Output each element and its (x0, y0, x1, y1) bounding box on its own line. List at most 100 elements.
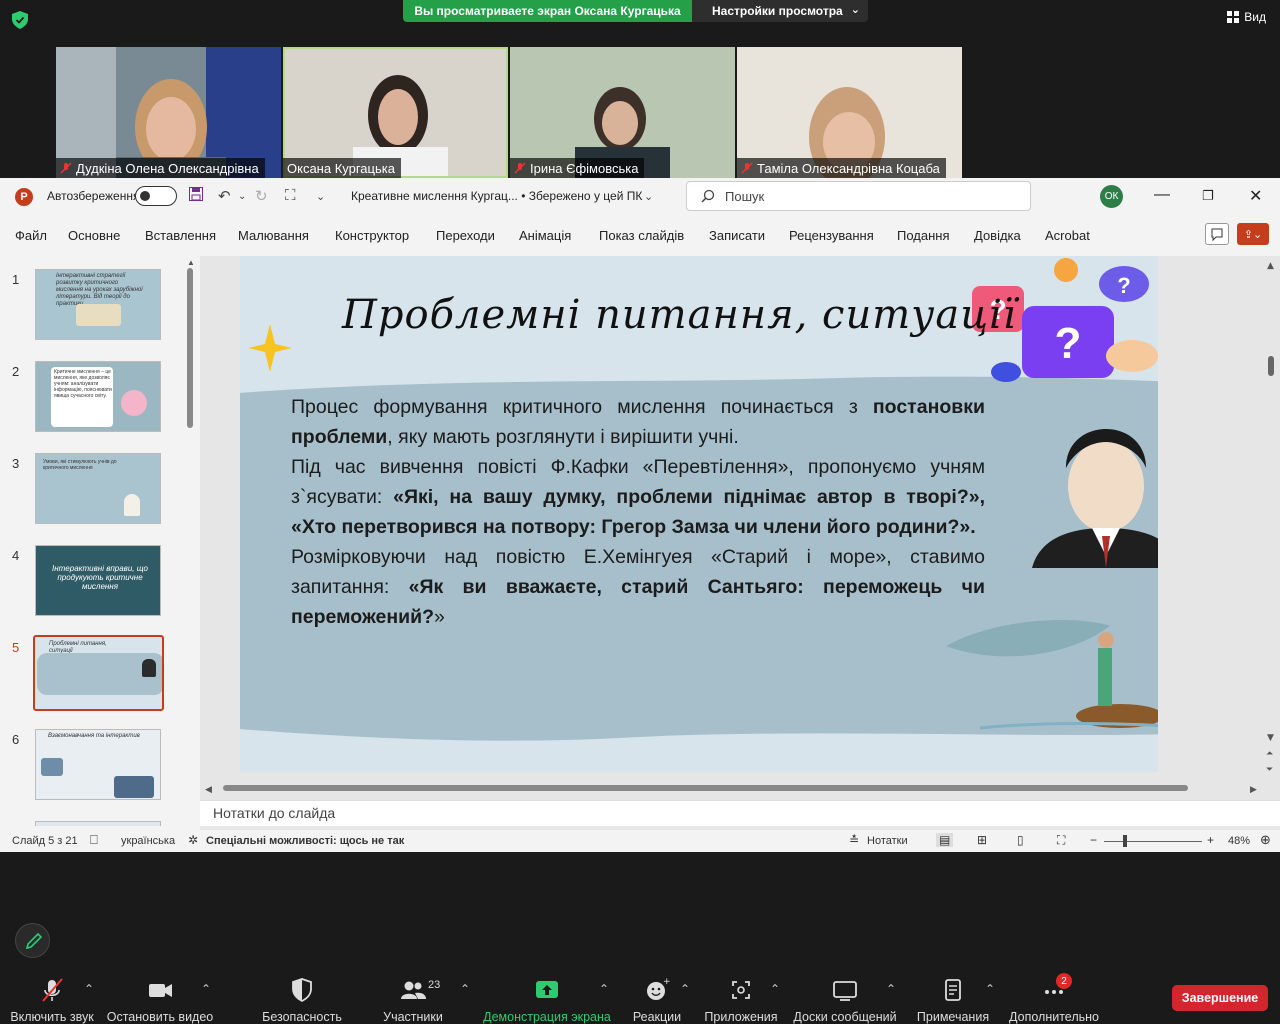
video-options-chevron-icon[interactable]: ⌃ (201, 982, 211, 996)
tab-transitions[interactable]: Переходи (436, 228, 495, 243)
minimize-icon[interactable]: — (1154, 186, 1170, 204)
language-indicator[interactable]: українська (121, 835, 175, 847)
tab-slide-show[interactable]: Показ слайдів (599, 228, 684, 243)
grid-view-icon (1227, 11, 1240, 23)
security-button[interactable]: Безопасность (254, 968, 350, 1024)
slide-horizontal-scrollbar[interactable]: ◀ ▶ (205, 782, 1260, 794)
restore-icon[interactable]: ❐ (1202, 188, 1214, 204)
thumbnail-scrollbar-thumb[interactable] (187, 268, 193, 428)
student-image (124, 494, 140, 516)
slide-sorter-icon[interactable]: ⊞ (977, 833, 987, 847)
chevron-down-icon: ⌄ (850, 4, 860, 16)
participants-button[interactable]: Участники (376, 968, 450, 1024)
notes-icon[interactable]: ≛ (849, 833, 859, 847)
notes-chevron-icon[interactable]: ⌃ (985, 982, 995, 996)
tab-acrobat[interactable]: Acrobat (1045, 228, 1090, 243)
normal-view-icon[interactable]: ▤ (936, 833, 954, 847)
security-label: Безопасность (262, 1010, 342, 1024)
unmute-button[interactable]: Включить звук (8, 968, 96, 1024)
apps-button[interactable]: Приложения (702, 968, 780, 1024)
stop-video-label: Остановить видео (106, 1010, 214, 1024)
fit-to-window-icon[interactable]: ⊕ (1260, 832, 1271, 848)
more-button[interactable]: Дополнительно (1008, 968, 1100, 1024)
whiteboards-button[interactable]: Доски сообщений (790, 968, 900, 1024)
accessibility-icon[interactable]: ✲ (188, 833, 198, 847)
tab-animations[interactable]: Анімація (519, 228, 571, 243)
close-icon[interactable]: ✕ (1249, 186, 1262, 206)
speaker-notes-field[interactable]: Нотатки до слайда (200, 800, 1280, 826)
notes-placeholder: Нотатки до слайда (213, 805, 336, 821)
tab-record[interactable]: Записати (709, 228, 765, 243)
tab-insert[interactable]: Вставлення (145, 228, 216, 243)
tab-home[interactable]: Основне (68, 228, 120, 243)
tab-review[interactable]: Рецензування (789, 228, 874, 243)
tab-design[interactable]: Конструктор (335, 228, 409, 243)
zoom-slider-thumb[interactable] (1123, 835, 1127, 847)
autosave-label: Автозбереження (47, 189, 140, 203)
zoom-out-icon[interactable]: − (1090, 833, 1097, 847)
participants-options-chevron-icon[interactable]: ⌃ (460, 982, 470, 996)
thumbnail-scrollbar[interactable]: ▲ (186, 258, 195, 428)
zoom-level[interactable]: 48% (1228, 835, 1250, 847)
undo-icon[interactable]: ↶ (218, 187, 231, 205)
undo-dropdown-icon[interactable]: ⌄ (238, 191, 246, 202)
notes-button[interactable]: Примечания (917, 968, 989, 1024)
participant-tile-active-speaker[interactable]: Оксана Кургацька (283, 47, 508, 178)
share-screen-button[interactable]: Демонстрация экрана (482, 968, 612, 1024)
slide-thumbnail-6[interactable]: 6 Взаємонавчання та інтерактив (0, 724, 190, 804)
participant-tile[interactable]: Таміла Олександрівна Коцаба (737, 47, 962, 178)
participant-tile[interactable]: Ірина Єфімовська (510, 47, 735, 178)
end-meeting-button[interactable]: Завершение (1172, 985, 1268, 1011)
current-slide[interactable]: ? ? ? Проблемні питання, ситуації Процес… (240, 256, 1158, 772)
search-box[interactable]: Пошук (686, 181, 1031, 211)
slide-thumbnail-2[interactable]: 2 Критичне мислення – це мислення, яке д… (0, 356, 190, 436)
slideshow-view-icon[interactable]: ⛶ (1057, 833, 1065, 848)
whiteboards-chevron-icon[interactable]: ⌃ (886, 982, 896, 996)
zoom-in-icon[interactable]: + (1207, 833, 1214, 847)
view-button[interactable]: Вид (1227, 10, 1266, 24)
share-options-chevron-icon[interactable]: ⌃ (599, 982, 609, 996)
accessibility-status[interactable]: Спеціальні можливості: щось не так (206, 835, 404, 847)
comments-button[interactable] (1205, 223, 1229, 245)
slide-body-text[interactable]: Процес формування критичного мислення по… (291, 392, 985, 632)
slide-thumbnail-1[interactable]: 1 Інтерактивні стратегії розвитку критич… (0, 264, 190, 344)
save-icon[interactable] (189, 187, 203, 205)
stop-video-button[interactable]: Остановить видео (104, 968, 216, 1024)
slide-thumbnail-4[interactable]: 4 Інтерактивні вправи, що продукують кри… (0, 540, 190, 620)
tab-help[interactable]: Довідка (974, 228, 1021, 243)
present-icon[interactable]: ⛶ (285, 187, 296, 204)
reactions-button[interactable]: + Реакции (628, 968, 686, 1024)
apps-chevron-icon[interactable]: ⌃ (770, 982, 780, 996)
slide-thumbnail-5-selected[interactable]: 5 Проблемні питання, ситуації (0, 632, 190, 712)
tab-view[interactable]: Подання (897, 228, 950, 243)
slide-editor: ? ? ? Проблемні питання, ситуації Процес… (200, 256, 1280, 850)
slide-thumbnail-3[interactable]: 3 Умови, які стимулюють учнів до критичн… (0, 448, 190, 528)
scroll-up-icon[interactable]: ▲ (187, 258, 195, 267)
share-icon: ⇪⌄ (1243, 228, 1263, 241)
zoom-slider[interactable] (1104, 841, 1202, 842)
reactions-chevron-icon[interactable]: ⌃ (680, 982, 690, 996)
bold-text-run: «Які, на вашу думку, проблеми піднімає а… (291, 486, 985, 538)
spell-check-icon[interactable]: ⎕ (90, 832, 98, 848)
participant-tile[interactable]: Дудкіна Олена Олександрівна (56, 47, 281, 178)
tab-file[interactable]: Файл (15, 228, 47, 243)
notes-toggle[interactable]: Нотатки (867, 835, 908, 847)
participant-name: Дудкіна Олена Олександрівна (76, 160, 259, 176)
user-avatar[interactable]: ОК (1100, 185, 1123, 208)
chevron-down-icon[interactable]: ⌄ (644, 190, 653, 203)
tab-draw[interactable]: Малювання (238, 228, 309, 243)
participants-label: Участники (383, 1010, 443, 1024)
slide-thumbnail-7[interactable]: 7 (0, 816, 190, 826)
document-title[interactable]: Креативне мислення Кургац... • Збережено… (351, 189, 642, 203)
reading-view-icon[interactable]: ▯ (1017, 833, 1024, 847)
redo-icon[interactable]: ↻ (255, 187, 268, 205)
audio-options-chevron-icon[interactable]: ⌃ (84, 982, 94, 996)
customize-toolbar-icon[interactable]: ⌄ (316, 190, 325, 203)
annotate-button[interactable] (15, 923, 50, 958)
view-settings-dropdown[interactable]: Настройки просмотра ⌄ (692, 0, 868, 22)
slide-counter[interactable]: Слайд 5 з 21 (12, 835, 78, 847)
autosave-toggle[interactable] (135, 186, 177, 206)
share-button[interactable]: ⇪⌄ (1237, 223, 1269, 245)
slide-vertical-scrollbar[interactable]: ▲ ▼ ⏶ ⏷ (1265, 258, 1278, 778)
slide-title[interactable]: Проблемні питання, ситуації (342, 292, 1017, 338)
